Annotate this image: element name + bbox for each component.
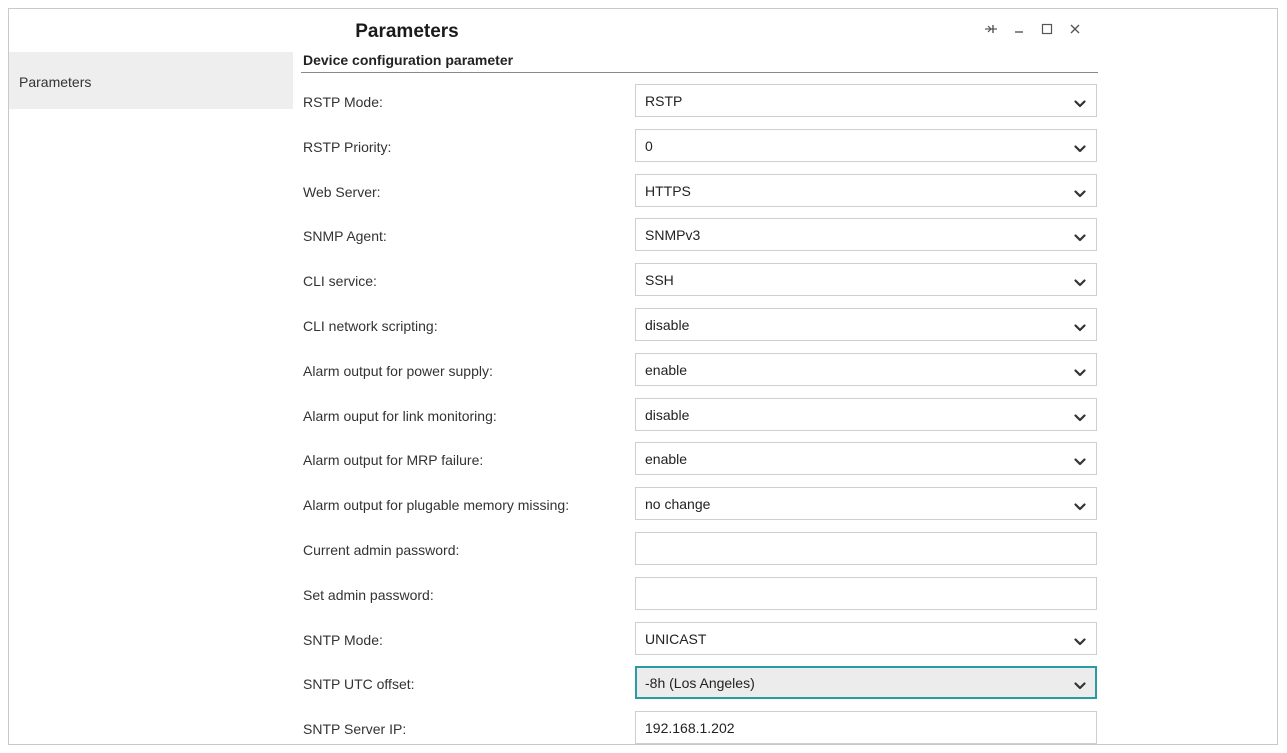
text-input[interactable]	[635, 577, 1097, 610]
input-value: 192.168.1.202	[645, 720, 735, 736]
section-title: Device configuration parameter	[303, 52, 514, 68]
form-row: CLI network scripting: disable	[301, 308, 1101, 342]
selected-value: HTTPS	[645, 183, 691, 199]
chevron-down-icon[interactable]	[1074, 499, 1086, 511]
field-label: Web Server:	[303, 184, 381, 200]
field-label: Alarm output for MRP failure:	[303, 452, 484, 468]
chevron-down-icon[interactable]	[1074, 678, 1086, 690]
chevron-down-icon[interactable]	[1074, 141, 1086, 153]
form-row: SNTP Server IP: 192.168.1.202	[301, 711, 1101, 744]
dropdown-select[interactable]: enable	[635, 442, 1097, 475]
selected-value: SNMPv3	[645, 227, 701, 243]
field-label: Alarm ouput for link monitoring:	[303, 408, 497, 424]
dropdown-select[interactable]: HTTPS	[635, 174, 1097, 207]
selected-value: SSH	[645, 272, 674, 288]
form-row: Alarm output for MRP failure: enable	[301, 442, 1101, 476]
form-row: SNMP Agent: SNMPv3	[301, 218, 1101, 252]
field-label: SNMP Agent:	[303, 228, 387, 244]
text-input[interactable]: 192.168.1.202	[635, 711, 1097, 744]
dropdown-select[interactable]: SSH	[635, 263, 1097, 296]
form-row: Current admin password:	[301, 532, 1101, 566]
chevron-down-icon[interactable]	[1074, 96, 1086, 108]
window-controls	[983, 21, 1083, 37]
field-label: Current admin password:	[303, 542, 460, 558]
field-label: RSTP Mode:	[303, 94, 383, 110]
pin-icon[interactable]	[983, 21, 999, 37]
form-row: Alarm output for power supply: enable	[301, 353, 1101, 387]
selected-value: -8h (Los Angeles)	[645, 675, 755, 691]
selected-value: disable	[645, 317, 690, 333]
chevron-down-icon[interactable]	[1074, 410, 1086, 422]
field-label: SNTP Server IP:	[303, 721, 407, 737]
sidebar-item-parameters[interactable]: Parameters	[19, 74, 91, 90]
field-label: Alarm output for plugable memory missing…	[303, 497, 570, 513]
selected-value: no change	[645, 496, 711, 512]
dropdown-select[interactable]: no change	[635, 487, 1097, 520]
field-label: CLI network scripting:	[303, 318, 438, 334]
text-input[interactable]	[635, 532, 1097, 565]
chevron-down-icon[interactable]	[1074, 634, 1086, 646]
field-label: SNTP Mode:	[303, 632, 383, 648]
dropdown-select[interactable]: UNICAST	[635, 622, 1097, 655]
form-row: Alarm ouput for link monitoring: disable	[301, 398, 1101, 432]
dropdown-select[interactable]: disable	[635, 398, 1097, 431]
field-label: Set admin password:	[303, 587, 434, 603]
chevron-down-icon[interactable]	[1074, 275, 1086, 287]
dropdown-select[interactable]: SNMPv3	[635, 218, 1097, 251]
window-title: Parameters	[355, 21, 459, 42]
sidebar: Parameters	[9, 52, 293, 109]
form-row: CLI service: SSH	[301, 263, 1101, 297]
form-row: SNTP UTC offset: -8h (Los Angeles)	[301, 666, 1101, 700]
chevron-down-icon[interactable]	[1074, 365, 1086, 377]
form-row: Set admin password:	[301, 577, 1101, 611]
field-label: RSTP Priority:	[303, 139, 392, 155]
chevron-down-icon[interactable]	[1074, 454, 1086, 466]
selected-value: enable	[645, 451, 688, 467]
selected-value: disable	[645, 407, 690, 423]
dropdown-select[interactable]: -8h (Los Angeles)	[635, 666, 1097, 699]
field-label: Alarm output for power supply:	[303, 363, 493, 379]
dropdown-select[interactable]: RSTP	[635, 84, 1097, 117]
form-row: RSTP Priority: 0	[301, 129, 1101, 163]
parameters-window: Parameters Parameters Device configurati…	[8, 8, 1278, 745]
selected-value: enable	[645, 362, 688, 378]
section-divider	[301, 72, 1098, 73]
dropdown-select[interactable]: disable	[635, 308, 1097, 341]
selected-value: RSTP	[645, 93, 683, 109]
form-row: SNTP Mode: UNICAST	[301, 622, 1101, 656]
chevron-down-icon[interactable]	[1074, 186, 1086, 198]
close-icon[interactable]	[1067, 21, 1083, 37]
dropdown-select[interactable]: enable	[635, 353, 1097, 386]
form-row: Alarm output for plugable memory missing…	[301, 487, 1101, 521]
minimize-icon[interactable]	[1011, 21, 1027, 37]
maximize-icon[interactable]	[1039, 21, 1055, 37]
chevron-down-icon[interactable]	[1074, 230, 1086, 242]
selected-value: UNICAST	[645, 631, 707, 647]
selected-value: 0	[645, 138, 653, 154]
field-label: CLI service:	[303, 273, 377, 289]
form-row: RSTP Mode: RSTP	[301, 84, 1101, 118]
form-row: Web Server: HTTPS	[301, 174, 1101, 208]
chevron-down-icon[interactable]	[1074, 320, 1086, 332]
dropdown-select[interactable]: 0	[635, 129, 1097, 162]
field-label: SNTP UTC offset:	[303, 676, 415, 692]
